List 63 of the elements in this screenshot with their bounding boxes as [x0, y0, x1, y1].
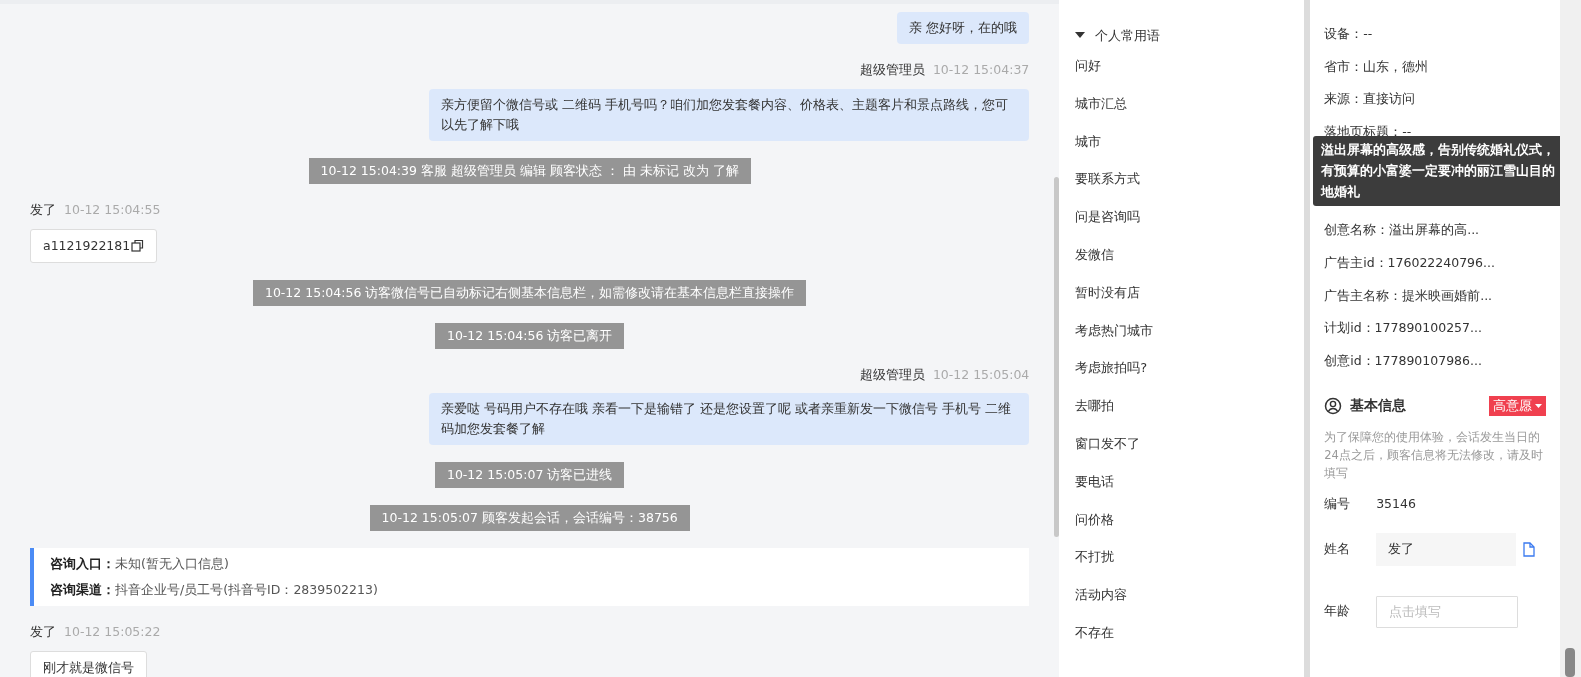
- phrase-item[interactable]: 考虑旅拍吗?: [1075, 358, 1289, 397]
- phrase-item[interactable]: 问价格: [1075, 509, 1289, 548]
- phrase-item[interactable]: 活动内容: [1075, 585, 1289, 623]
- source-info-row: 广告主id：176022240796...: [1324, 254, 1495, 270]
- phrase-item[interactable]: 发微信: [1075, 245, 1289, 283]
- phrase-item[interactable]: 要联系方式: [1075, 169, 1289, 208]
- phrase-item[interactable]: 去哪拍: [1075, 396, 1289, 434]
- message-time: 10-12 15:04:55: [64, 200, 161, 219]
- system-message: 10-12 15:04:56 访客已离开: [434, 322, 625, 349]
- scrollbar[interactable]: [1054, 177, 1060, 537]
- field-label: 姓名: [1324, 540, 1352, 559]
- source-info-row: 计划id：177890100257...: [1324, 320, 1482, 336]
- system-message: 10-12 15:04:56 访客微信号已自动标记右侧基本信息栏，如需修改请在基本信息栏直接操作: [252, 279, 807, 306]
- system-message: 10-12 15:05:07 访客已进线: [434, 462, 625, 489]
- source-info-row: 来源：直接访问: [1324, 91, 1416, 107]
- message-bubble: 亲 您好呀，在的哦: [897, 12, 1030, 44]
- info-label: 咨询入口：: [50, 555, 115, 574]
- message-text: a1121922181: [43, 236, 131, 255]
- document-icon: [1522, 542, 1537, 558]
- message-text: 刚才就是微信号: [43, 659, 134, 677]
- phrase-item[interactable]: 考虑热门城市: [1075, 320, 1289, 359]
- message-bubble: 亲方便留个微信号或 二维码 手机号吗？咱们加您发套餐内容、价格表、主题客片和景点路线，您可以先了解下哦: [429, 88, 1030, 141]
- sender-name: 超级管理员: [859, 61, 925, 79]
- phrase-item[interactable]: 窗口发不了: [1075, 433, 1289, 472]
- input-field[interactable]: 点击填写: [1376, 595, 1519, 628]
- message-time: 10-12 15:04:37: [932, 61, 1030, 79]
- user-icon: [1324, 396, 1343, 415]
- source-info-row: 广告主名称：提米映画婚前...: [1324, 287, 1493, 303]
- phrase-item[interactable]: 要电话: [1075, 471, 1289, 510]
- phrase-group-header[interactable]: 个人常用语: [1075, 22, 1289, 50]
- field-value: 35146: [1376, 495, 1416, 514]
- section-title: 基本信息: [1350, 396, 1407, 416]
- phrase-item[interactable]: 问好: [1075, 56, 1289, 94]
- group-title: 个人常用语: [1095, 27, 1161, 46]
- source-info-row: 创意名称：溢出屏幕的高...: [1324, 222, 1480, 238]
- sender-name: 发了: [30, 200, 56, 219]
- name-field[interactable]: 发了: [1376, 533, 1517, 567]
- info-value: 抖音企业号/员工号(抖音号ID：2839502213): [115, 581, 378, 600]
- tooltip: 溢出屏幕的高级感，告别传统婚礼仪式，有预算的小富婆一定要冲的丽江雪山目的地婚礼: [1313, 136, 1560, 206]
- message-time: 10-12 15:05:22: [64, 623, 161, 642]
- system-message: 10-12 15:04:39 客服 超级管理员 编辑 顾客状态 ： 由 未标记 改为 了解: [308, 157, 751, 184]
- field-label: 年龄: [1324, 602, 1352, 621]
- info-label: 咨询渠道：: [50, 581, 115, 600]
- message-bubble: 亲爱哒 号码用户不存在哦 亲看一下是输错了 还是您设置了呢 或者亲重新发一下微信号 手机号 二维码加您发套餐了解: [429, 393, 1030, 446]
- sender-name: 发了: [30, 623, 56, 642]
- phrase-item[interactable]: 不存在: [1075, 622, 1289, 661]
- source-info-row: 创意id：177890107986...: [1324, 352, 1482, 368]
- phrase-item[interactable]: 城市汇总: [1075, 93, 1289, 132]
- caret-icon: [1535, 403, 1542, 408]
- phrase-item[interactable]: 城市: [1075, 131, 1289, 170]
- phrase-item[interactable]: 问是咨询吗: [1075, 207, 1289, 245]
- info-value: 未知(暂无入口信息): [115, 555, 229, 574]
- message-time: 10-12 15:05:04: [932, 365, 1030, 384]
- phrase-item[interactable]: 暂时没有店: [1075, 282, 1289, 321]
- notice-text: 为了保障您的使用体验，会话发生当日的24点之后，顾客信息将无法修改，请及时填写: [1324, 428, 1544, 482]
- scrollbar[interactable]: [1565, 648, 1575, 677]
- intent-tag-dropdown[interactable]: 高意愿: [1489, 395, 1546, 416]
- source-info-row: 省市：山东，德州: [1324, 58, 1429, 74]
- system-message: 10-12 15:05:07 顾客发起会话，会话编号：38756: [369, 505, 690, 532]
- phrase-item[interactable]: 不打扰: [1075, 547, 1289, 586]
- field-label: 编号: [1324, 495, 1352, 514]
- source-info-row: 设备：--: [1324, 26, 1373, 41]
- sender-name: 超级管理员: [859, 365, 925, 384]
